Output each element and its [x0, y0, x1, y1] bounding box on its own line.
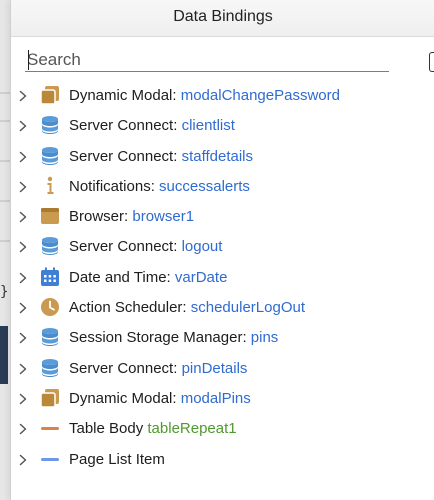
chevron-right-icon[interactable] — [17, 392, 29, 405]
binding-name: tableRepeat1 — [147, 420, 237, 438]
binding-name: pins — [250, 329, 279, 347]
search-container — [25, 48, 389, 74]
chevron-right-icon[interactable] — [17, 271, 29, 284]
binding-name: successalerts — [159, 177, 250, 195]
binding-item[interactable]: Browser: browser1 — [11, 201, 434, 231]
background-divider — [0, 240, 10, 242]
data-bindings-panel: Data Bindings Dynamic Modal: modalChange… — [10, 0, 434, 500]
clock-icon — [39, 296, 61, 318]
chevron-right-icon[interactable] — [17, 119, 29, 132]
binding-item[interactable]: Notifications: successalerts — [11, 171, 434, 201]
search-input[interactable] — [25, 48, 389, 72]
binding-label: Action Scheduler: schedulerLogOut — [69, 299, 305, 316]
browser-icon — [39, 205, 61, 227]
binding-type: Session Storage Manager: — [69, 329, 247, 347]
background-app-strip: } — [0, 0, 10, 500]
text-caret — [28, 50, 29, 70]
binding-name: clientlist — [181, 117, 235, 135]
binding-type: Dynamic Modal: — [69, 389, 177, 407]
binding-name: staffdetails — [181, 147, 253, 165]
binding-name: browser1 — [132, 208, 195, 226]
background-divider — [0, 92, 10, 94]
modal-icon — [39, 84, 61, 106]
binding-label: Server Connect: pinDetails — [69, 360, 247, 377]
chevron-right-icon[interactable] — [17, 362, 29, 374]
database-icon — [39, 145, 61, 167]
binding-item[interactable]: Table Body tableRepeat1 — [11, 413, 434, 443]
background-dark-block — [0, 326, 8, 384]
binding-type: Server Connect: — [69, 147, 178, 165]
blue-bar-icon — [39, 448, 61, 470]
chevron-right-icon[interactable] — [17, 301, 29, 314]
binding-type: Server Connect: — [69, 359, 178, 377]
binding-label: Browser: browser1 — [69, 208, 194, 225]
binding-name: pinDetails — [181, 359, 248, 377]
binding-label: Session Storage Manager: pins — [69, 329, 278, 346]
binding-type: Dynamic Modal: — [69, 87, 177, 104]
binding-type: Table Body — [69, 420, 144, 438]
binding-type: Server Connect: — [69, 117, 178, 135]
binding-item[interactable]: Date and Time: varDate — [11, 262, 434, 292]
background-divider — [0, 200, 10, 202]
chevron-right-icon[interactable] — [17, 422, 29, 435]
binding-item[interactable]: Page List Item — [11, 444, 434, 474]
orange-bar-icon — [39, 417, 61, 439]
binding-label: Server Connect: logout — [69, 238, 222, 255]
binding-name: modalPins — [180, 389, 251, 407]
binding-label: Dynamic Modal: modalPins — [69, 390, 251, 407]
panel-side-button[interactable] — [429, 52, 434, 72]
background-divider — [0, 120, 10, 122]
binding-type: Action Scheduler: — [69, 299, 187, 317]
binding-label: Dynamic Modal: modalChangePassword — [69, 87, 340, 104]
binding-label: Server Connect: clientlist — [69, 117, 235, 134]
binding-item[interactable]: Action Scheduler: schedulerLogOut — [11, 292, 434, 322]
binding-type: Notifications: — [69, 177, 155, 195]
chevron-right-icon[interactable] — [17, 89, 29, 102]
binding-name: logout — [181, 238, 223, 256]
binding-label: Table Body tableRepeat1 — [69, 420, 237, 437]
database-icon — [39, 235, 61, 257]
binding-label: Server Connect: staffdetails — [69, 148, 253, 165]
chevron-right-icon[interactable] — [17, 210, 29, 223]
binding-item[interactable]: Server Connect: logout — [11, 231, 434, 261]
binding-label: Page List Item — [69, 451, 165, 468]
bindings-tree: Dynamic Modal: modalChangePassword Server… — [11, 80, 434, 474]
binding-item[interactable]: Dynamic Modal: modalChangePassword — [11, 80, 434, 110]
modal-icon — [39, 387, 61, 409]
binding-name: modalChangePassword — [180, 87, 340, 104]
info-icon — [39, 175, 61, 197]
binding-type: Page List Item — [69, 450, 165, 468]
binding-type: Date and Time: — [69, 268, 171, 286]
chevron-right-icon[interactable] — [17, 180, 29, 193]
binding-item[interactable]: Session Storage Manager: pins — [11, 322, 434, 352]
binding-type: Server Connect: — [69, 238, 178, 256]
chevron-right-icon[interactable] — [17, 240, 29, 253]
database-icon — [39, 326, 61, 348]
database-icon — [39, 357, 61, 379]
database-icon — [39, 114, 61, 136]
binding-item[interactable]: Server Connect: staffdetails — [11, 141, 434, 171]
binding-type: Browser: — [69, 208, 129, 226]
calendar-icon — [39, 266, 61, 288]
panel-title: Data Bindings — [11, 0, 434, 37]
binding-name: varDate — [174, 268, 228, 286]
chevron-right-icon[interactable] — [17, 150, 29, 162]
binding-item[interactable]: Server Connect: pinDetails — [11, 353, 434, 383]
chevron-right-icon[interactable] — [17, 453, 29, 465]
background-divider — [0, 160, 10, 162]
binding-name: schedulerLogOut — [190, 299, 305, 317]
binding-item[interactable]: Server Connect: clientlist — [11, 110, 434, 140]
background-brace: } — [0, 284, 9, 300]
chevron-right-icon[interactable] — [17, 331, 29, 344]
binding-label: Date and Time: varDate — [69, 269, 227, 286]
binding-item[interactable]: Dynamic Modal: modalPins — [11, 383, 434, 413]
binding-label: Notifications: successalerts — [69, 178, 250, 195]
